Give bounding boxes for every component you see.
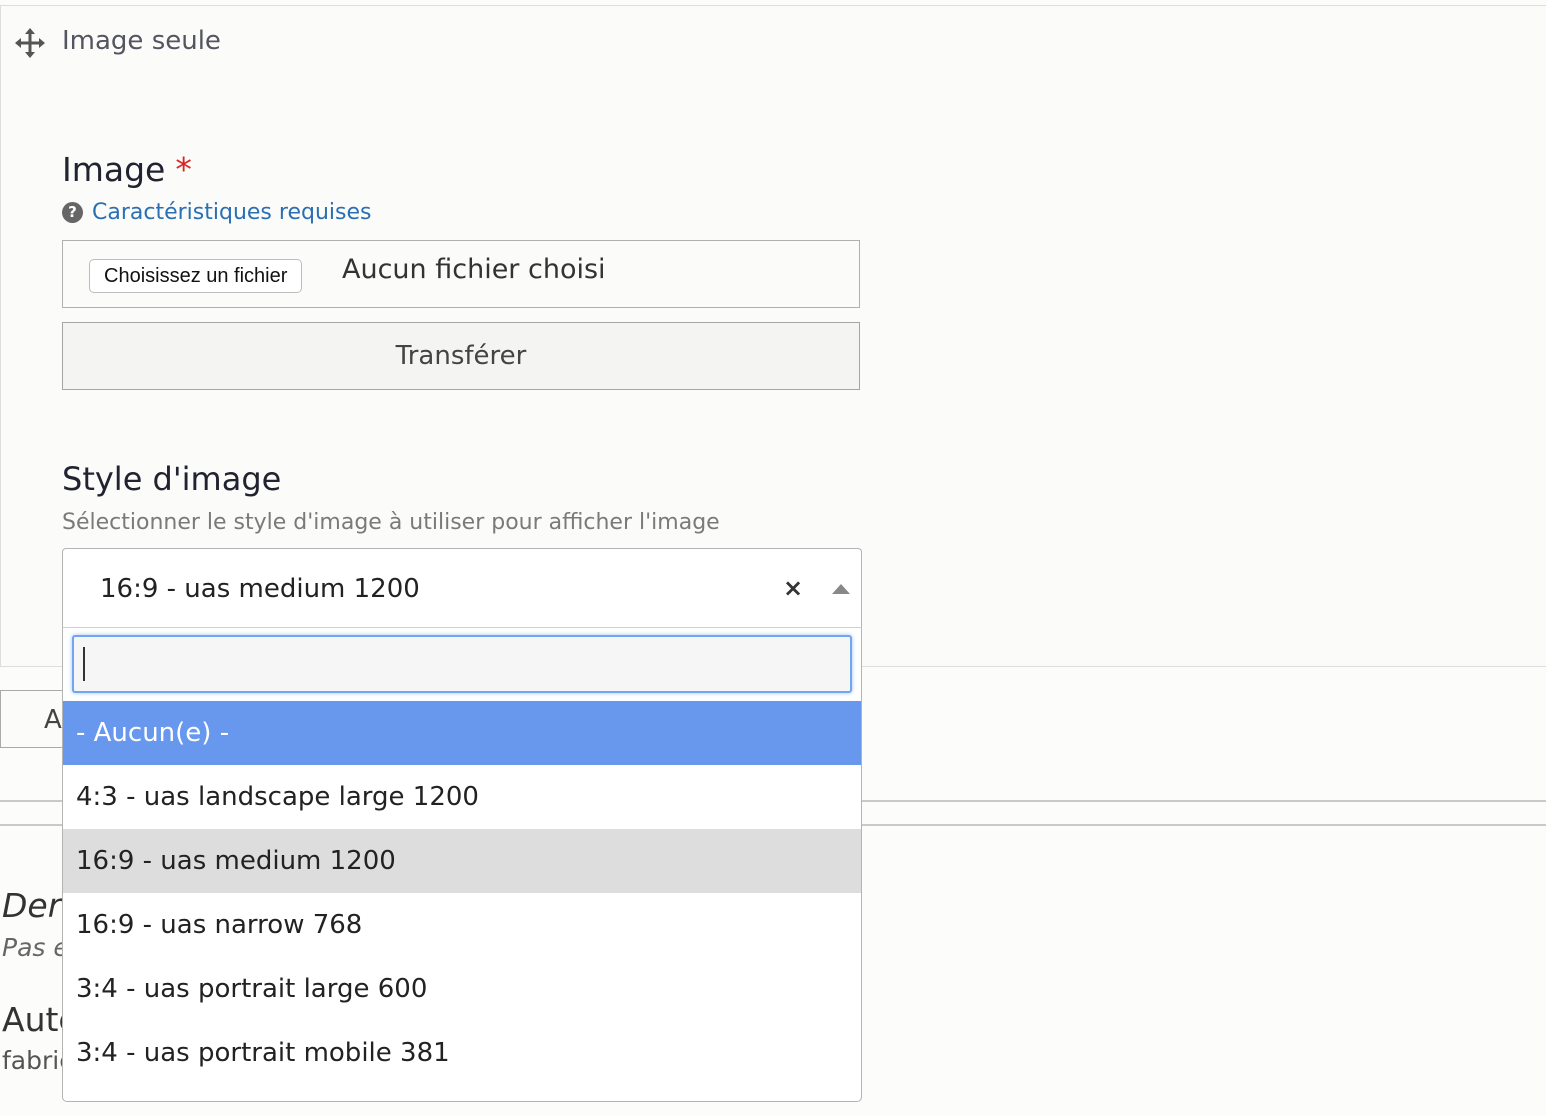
select-option[interactable]: 16:9 - uas medium 1200 xyxy=(63,829,861,893)
background-text-partial: Pas e xyxy=(2,933,69,962)
background-heading-partial: Der xyxy=(2,886,62,925)
select-option[interactable]: 3:4 - uas portrait mobile 381 xyxy=(63,1021,861,1085)
options-list: - Aucun(e) -4:3 - uas landscape large 12… xyxy=(63,701,861,1085)
paragraph-title: Image seule xyxy=(62,26,221,56)
select-option[interactable]: 4:3 - uas landscape large 1200 xyxy=(63,765,861,829)
selected-value: 16:9 - uas medium 1200 xyxy=(100,574,420,604)
image-style-select[interactable]: 16:9 - uas medium 1200 × xyxy=(62,548,862,628)
select-option[interactable]: - Aucun(e) - xyxy=(63,701,861,765)
select-option[interactable]: 3:4 - uas portrait large 600 xyxy=(63,957,861,1021)
help-link[interactable]: ? Caractéristiques requises xyxy=(62,200,371,225)
upload-button[interactable]: Transférer xyxy=(62,322,860,390)
arrow-up-icon[interactable] xyxy=(832,584,850,594)
question-circle-icon: ? xyxy=(62,202,83,223)
select-option[interactable]: 16:9 - uas narrow 768 xyxy=(63,893,861,957)
required-marker: * xyxy=(175,150,192,189)
text-cursor xyxy=(83,647,85,681)
background-button-label: A xyxy=(44,705,62,735)
image-style-description: Sélectionner le style d'image à utiliser… xyxy=(62,510,720,535)
drag-handle-icon[interactable] xyxy=(15,28,45,58)
image-label-text: Image xyxy=(62,150,166,189)
no-file-chosen-text: Aucun fichier choisi xyxy=(342,254,606,285)
select-dropdown: - Aucun(e) -4:3 - uas landscape large 12… xyxy=(62,627,862,1102)
image-style-label: Style d'image xyxy=(62,460,282,498)
choose-file-button[interactable]: Choisissez un fichier xyxy=(89,259,303,293)
help-link-label[interactable]: Caractéristiques requises xyxy=(92,200,371,225)
file-input-wrapper: Choisissez un fichier Aucun fichier choi… xyxy=(62,240,860,308)
image-field-label: Image * xyxy=(62,150,192,189)
dropdown-search-input[interactable] xyxy=(72,635,852,693)
clear-icon[interactable]: × xyxy=(783,574,803,602)
